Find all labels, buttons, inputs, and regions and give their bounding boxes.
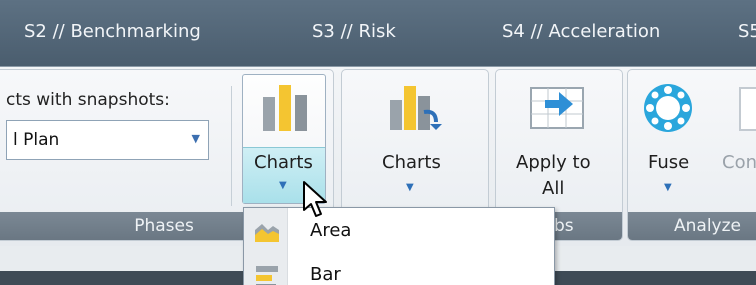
group-separator (231, 86, 232, 206)
apply-to-all-icon (530, 87, 584, 129)
tab-s3-risk[interactable]: S3 // Risk (312, 21, 396, 42)
mouse-cursor-icon (303, 181, 327, 217)
fuse-button-label[interactable]: Fuse (648, 152, 689, 173)
menu-item-area-label: Area (310, 220, 352, 241)
chevron-down-icon[interactable]: ▼ (192, 132, 200, 145)
tab-s5[interactable]: S5 (738, 21, 756, 42)
menu-item-bar-label: Bar (310, 264, 341, 285)
apply-to-all-line2[interactable]: All (542, 178, 564, 199)
charts-dropdown-menu: Area Bar (243, 207, 555, 285)
menu-item-area[interactable]: Area (244, 212, 554, 252)
area-chart-icon (255, 224, 279, 242)
chevron-down-icon[interactable]: ▼ (279, 180, 287, 191)
tab-s2-benchmarking[interactable]: S2 // Benchmarking (24, 21, 201, 42)
con-button-label: Con (722, 152, 756, 173)
charts-button-2-label[interactable]: Charts (382, 152, 441, 173)
chevron-down-icon[interactable]: ▼ (664, 182, 672, 193)
charts-refresh-icon (390, 86, 442, 130)
analyze-group: Fuse ▼ Con Analyze (627, 69, 756, 241)
fuse-icon (644, 84, 692, 132)
bar-chart-icon (263, 85, 307, 131)
plan-combobox-value: l Plan (13, 130, 60, 150)
analyze-group-footer: Analyze (628, 212, 756, 240)
con-icon (739, 87, 756, 131)
charts-button-label: Charts (254, 152, 313, 173)
chevron-down-icon[interactable]: ▼ (406, 182, 414, 193)
tab-s4-acceleration[interactable]: S4 // Acceleration (502, 21, 660, 42)
tab-strip: S2 // Benchmarking S3 // Risk S4 // Acce… (0, 0, 756, 66)
plan-combobox[interactable]: l Plan ▼ (6, 120, 209, 160)
bar-chart-icon (256, 266, 278, 285)
snapshots-label: cts with snapshots: (6, 90, 170, 110)
apply-to-all-line1[interactable]: Apply to (516, 152, 591, 173)
menu-item-bar[interactable]: Bar (244, 256, 554, 285)
